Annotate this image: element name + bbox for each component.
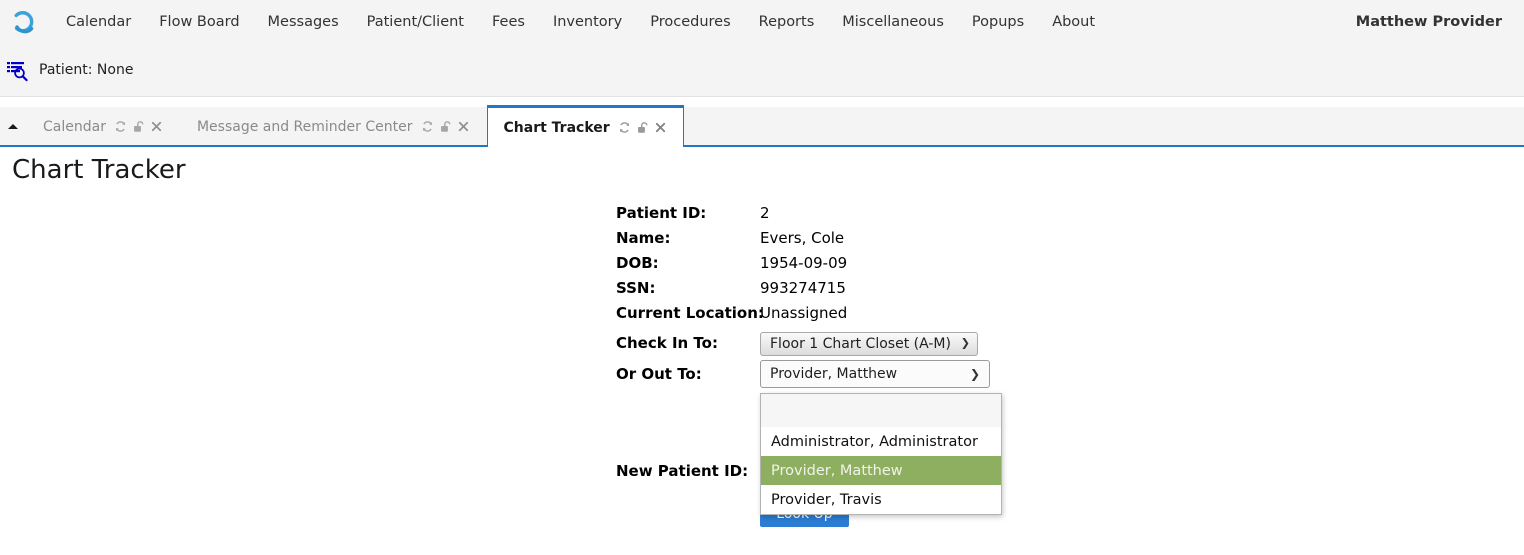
nav-item-miscellaneous[interactable]: Miscellaneous xyxy=(828,0,958,44)
patient-label: Patient: None xyxy=(39,62,134,78)
nav-item-messages[interactable]: Messages xyxy=(254,0,353,44)
refresh-icon[interactable] xyxy=(114,120,127,133)
dropdown-option-blank[interactable] xyxy=(761,394,1001,427)
tab-label: Message and Reminder Center xyxy=(196,118,413,135)
patient-context-bar: Patient: None xyxy=(0,44,1524,97)
patient-search-icon[interactable] xyxy=(5,58,31,82)
or-out-to-select[interactable]: Provider, Matthew ❯ xyxy=(760,360,990,388)
refresh-icon[interactable] xyxy=(421,120,434,133)
close-icon[interactable] xyxy=(457,120,470,133)
nav-item-procedures[interactable]: Procedures xyxy=(636,0,744,44)
chevron-down-icon: ❯ xyxy=(969,367,980,381)
dropdown-option-provider-travis[interactable]: Provider, Travis xyxy=(761,485,1001,514)
tab-label: Chart Tracker xyxy=(503,119,610,136)
check-in-to-select[interactable]: Floor 1 Chart Closet (A-M) ❯ xyxy=(760,332,978,356)
tab-bar: Calendar Message and Reminder Center Cha… xyxy=(0,105,1524,147)
field-row-patient-id: Patient ID: 2 xyxy=(616,200,990,225)
nav-item-popups[interactable]: Popups xyxy=(958,0,1038,44)
tab-chart-tracker[interactable]: Chart Tracker xyxy=(486,105,684,147)
field-value-patient-id: 2 xyxy=(760,203,770,222)
field-value-ssn: 993274715 xyxy=(760,278,846,297)
nav-item-reports[interactable]: Reports xyxy=(745,0,829,44)
chart-tracker-page: Calendar Flow Board Messages Patient/Cli… xyxy=(0,0,1524,555)
loop-logo-icon[interactable] xyxy=(10,8,38,36)
tab-label: Calendar xyxy=(43,118,106,135)
unlock-icon[interactable] xyxy=(132,120,145,133)
field-row-ssn: SSN: 993274715 xyxy=(616,275,990,300)
nav-item-inventory[interactable]: Inventory xyxy=(539,0,636,44)
close-icon[interactable] xyxy=(654,121,667,134)
unlock-icon[interactable] xyxy=(636,121,649,134)
field-row-or-out-to: Or Out To: Provider, Matthew ❯ xyxy=(616,360,990,388)
field-row-dob: DOB: 1954-09-09 xyxy=(616,250,990,275)
main-navbar: Calendar Flow Board Messages Patient/Cli… xyxy=(0,0,1524,44)
close-icon[interactable] xyxy=(150,120,163,133)
current-user-label[interactable]: Matthew Provider xyxy=(1356,14,1502,30)
field-label: SSN: xyxy=(616,278,656,297)
tab-icon-group xyxy=(114,120,163,133)
field-value-current-location: Unassigned xyxy=(760,303,848,322)
or-out-to-dropdown-list[interactable]: Administrator, Administrator Provider, M… xyxy=(760,393,1002,515)
nav-item-calendar[interactable]: Calendar xyxy=(52,0,145,44)
dropdown-option-administrator[interactable]: Administrator, Administrator xyxy=(761,427,1001,456)
field-label: Current Location: xyxy=(616,303,764,322)
nav-item-patient-client[interactable]: Patient/Client xyxy=(353,0,478,44)
field-row-name: Name: Evers, Cole xyxy=(616,225,990,250)
tab-icon-group xyxy=(421,120,470,133)
field-value-dob: 1954-09-09 xyxy=(760,253,848,272)
field-row-current-location: Current Location: Unassigned xyxy=(616,300,990,325)
field-value-name: Evers, Cole xyxy=(760,228,845,247)
refresh-icon[interactable] xyxy=(618,121,631,134)
dropdown-option-provider-matthew[interactable]: Provider, Matthew xyxy=(761,456,1001,485)
check-in-to-label: Check In To: xyxy=(616,333,718,352)
nav-item-flow-board[interactable]: Flow Board xyxy=(145,0,253,44)
field-label: Patient ID: xyxy=(616,203,707,222)
caret-up-icon[interactable] xyxy=(0,107,26,145)
or-out-to-label: Or Out To: xyxy=(616,365,702,383)
nav-item-about[interactable]: About xyxy=(1038,0,1109,44)
tab-message-and-reminder-center[interactable]: Message and Reminder Center xyxy=(180,107,487,145)
tab-calendar[interactable]: Calendar xyxy=(26,107,180,145)
new-patient-id-label: New Patient ID: xyxy=(616,462,749,480)
chart-tracker-form: Patient ID: 2 Name: Evers, Cole DOB: 195… xyxy=(616,200,990,388)
field-label: DOB: xyxy=(616,253,659,272)
or-out-to-select-value: Provider, Matthew xyxy=(770,366,898,382)
check-in-to-select-value[interactable]: Floor 1 Chart Closet (A-M) xyxy=(760,332,978,356)
field-label: Name: xyxy=(616,228,671,247)
tab-icon-group xyxy=(618,121,667,134)
nav-item-fees[interactable]: Fees xyxy=(478,0,539,44)
unlock-icon[interactable] xyxy=(439,120,452,133)
field-row-check-in-to: Check In To: Floor 1 Chart Closet (A-M) … xyxy=(616,330,990,356)
page-title: Chart Tracker xyxy=(12,155,186,185)
field-row-new-patient-id: New Patient ID: xyxy=(616,462,760,480)
navbar-items: Calendar Flow Board Messages Patient/Cli… xyxy=(52,0,1109,44)
